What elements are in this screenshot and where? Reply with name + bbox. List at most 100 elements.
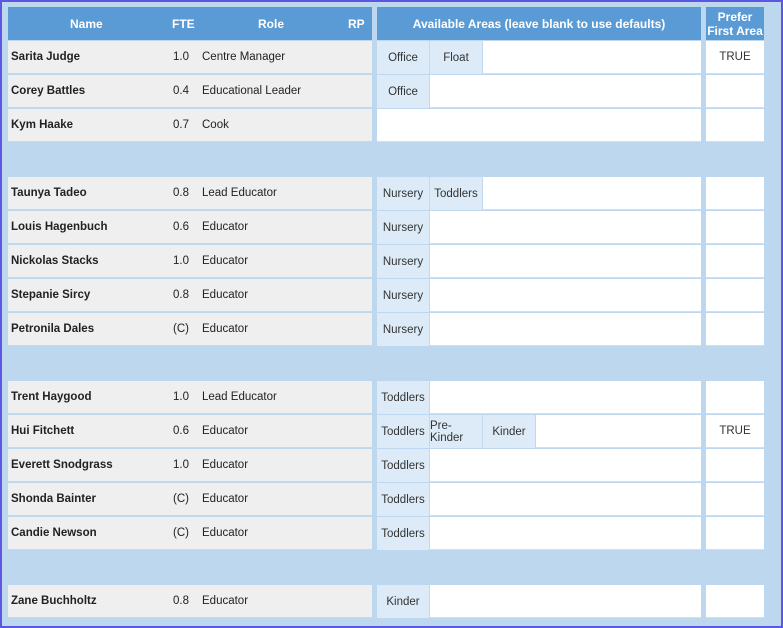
staff-fte: 0.8: [173, 187, 189, 199]
prefer-first-area-cell[interactable]: TRUE: [706, 41, 764, 74]
prefer-first-area-cell[interactable]: [706, 483, 764, 516]
available-areas-cell[interactable]: Office Float: [377, 41, 701, 74]
available-areas-cell[interactable]: Nursery: [377, 245, 701, 278]
area-chip[interactable]: Toddlers: [377, 517, 430, 550]
staff-info-cell[interactable]: Trent Haygood 1.0 Lead Educator: [8, 381, 372, 414]
prefer-first-area-cell[interactable]: [706, 449, 764, 482]
staff-info-cell[interactable]: Petronila Dales (C) Educator: [8, 313, 372, 346]
staff-fte: (C): [173, 323, 189, 335]
prefer-first-area-cell[interactable]: [706, 177, 764, 210]
staff-name: Everett Snodgrass: [11, 459, 113, 471]
staff-role: Educator: [202, 289, 249, 301]
staff-fte: 1.0: [173, 255, 189, 267]
prefer-first-area-cell[interactable]: [706, 245, 764, 278]
area-chip[interactable]: Office: [377, 41, 430, 74]
available-areas-cell[interactable]: Kinder: [377, 585, 701, 618]
prefer-first-area-cell[interactable]: [706, 211, 764, 244]
area-chip[interactable]: Toddlers: [430, 177, 483, 210]
staff-role: Cook: [202, 119, 229, 131]
area-chip[interactable]: Nursery: [377, 313, 430, 346]
staff-info-cell[interactable]: Zane Buchholtz 0.8 Educator: [8, 585, 372, 618]
staff-fte: 1.0: [173, 51, 189, 63]
staff-info-cell[interactable]: Hui Fitchett 0.6 Educator: [8, 415, 372, 448]
staff-fte: 1.0: [173, 459, 189, 471]
available-areas-cell[interactable]: Nursery: [377, 313, 701, 346]
area-chip[interactable]: Kinder: [377, 585, 430, 618]
staff-name: Louis Hagenbuch: [11, 221, 108, 233]
header-left: Name FTE Role RP: [8, 7, 372, 40]
staff-role: Educator: [202, 527, 249, 539]
header-prefer-line2: First Area: [707, 23, 763, 38]
area-chip[interactable]: Toddlers: [377, 483, 430, 516]
staff-role: Educational Leader: [202, 85, 302, 97]
prefer-first-area-cell[interactable]: [706, 75, 764, 108]
header-prefer: Prefer First Area: [706, 7, 764, 40]
available-areas-cell[interactable]: [377, 109, 701, 142]
staff-name: Corey Battles: [11, 85, 86, 97]
staff-name: Kym Haake: [11, 119, 74, 131]
staff-info-cell[interactable]: Taunya Tadeo 0.8 Lead Educator: [8, 177, 372, 210]
staff-name: Zane Buchholtz: [11, 595, 97, 607]
staff-name: Shonda Bainter: [11, 493, 96, 505]
area-chip[interactable]: Nursery: [377, 279, 430, 312]
staff-name: Taunya Tadeo: [11, 187, 87, 199]
area-chip[interactable]: Kinder: [483, 415, 536, 448]
staff-role: Educator: [202, 221, 249, 233]
staff-role: Lead Educator: [202, 391, 277, 403]
header-prefer-line1: Prefer: [717, 9, 753, 24]
area-chip[interactable]: Float: [430, 41, 483, 74]
prefer-first-area-cell[interactable]: [706, 517, 764, 550]
staff-info-cell[interactable]: Kym Haake 0.7 Cook: [8, 109, 372, 142]
available-areas-cell[interactable]: Toddlers Pre-Kinder Kinder: [377, 415, 701, 448]
prefer-first-area-cell[interactable]: [706, 109, 764, 142]
prefer-first-area-cell[interactable]: [706, 279, 764, 312]
staff-info-cell[interactable]: Shonda Bainter (C) Educator: [8, 483, 372, 516]
staff-role: Educator: [202, 459, 249, 471]
area-chip[interactable]: Office: [377, 75, 430, 108]
staff-info-cell[interactable]: Nickolas Stacks 1.0 Educator: [8, 245, 372, 278]
available-areas-cell[interactable]: Office: [377, 75, 701, 108]
staff-info-cell[interactable]: Corey Battles 0.4 Educational Leader: [8, 75, 372, 108]
staff-info-cell[interactable]: Candie Newson (C) Educator: [8, 517, 372, 550]
header-name: Name: [70, 16, 103, 31]
area-chip[interactable]: Toddlers: [377, 449, 430, 482]
area-chip[interactable]: Nursery: [377, 245, 430, 278]
prefer-first-area-cell[interactable]: [706, 313, 764, 346]
staff-role: Educator: [202, 255, 249, 267]
staff-role: Educator: [202, 493, 249, 505]
staff-info-cell[interactable]: Sarita Judge 1.0 Centre Manager: [8, 41, 372, 74]
prefer-first-area-cell[interactable]: [706, 381, 764, 414]
staff-fte: 0.7: [173, 119, 189, 131]
area-chip[interactable]: Nursery: [377, 211, 430, 244]
staff-role: Educator: [202, 595, 249, 607]
staff-fte: 0.8: [173, 289, 189, 301]
staff-name: Candie Newson: [11, 527, 97, 539]
staff-role: Lead Educator: [202, 187, 277, 199]
header-areas: Available Areas (leave blank to use defa…: [377, 7, 701, 40]
available-areas-cell[interactable]: Nursery Toddlers: [377, 177, 701, 210]
staff-info-cell[interactable]: Everett Snodgrass 1.0 Educator: [8, 449, 372, 482]
staff-name: Stepanie Sircy: [11, 289, 91, 301]
staff-info-cell[interactable]: Louis Hagenbuch 0.6 Educator: [8, 211, 372, 244]
staff-fte: 0.8: [173, 595, 189, 607]
staff-role: Centre Manager: [202, 51, 286, 63]
area-chip[interactable]: Nursery: [377, 177, 430, 210]
header-role: Role: [258, 16, 285, 31]
prefer-first-area-cell[interactable]: TRUE: [706, 415, 764, 448]
available-areas-cell[interactable]: Toddlers: [377, 381, 701, 414]
staff-name: Hui Fitchett: [11, 425, 75, 437]
available-areas-cell[interactable]: Toddlers: [377, 483, 701, 516]
area-chip[interactable]: Toddlers: [377, 415, 430, 448]
area-chip[interactable]: Toddlers: [377, 381, 430, 414]
staff-info-cell[interactable]: Stepanie Sircy 0.8 Educator: [8, 279, 372, 312]
available-areas-cell[interactable]: Toddlers: [377, 517, 701, 550]
prefer-first-area-cell[interactable]: [706, 585, 764, 618]
available-areas-cell[interactable]: Nursery: [377, 279, 701, 312]
staff-fte: (C): [173, 493, 189, 505]
header-fte: FTE: [172, 16, 195, 31]
staff-name: Sarita Judge: [11, 51, 81, 63]
available-areas-cell[interactable]: Toddlers: [377, 449, 701, 482]
area-chip[interactable]: Pre-Kinder: [430, 415, 483, 448]
staff-name: Trent Haygood: [11, 391, 92, 403]
available-areas-cell[interactable]: Nursery: [377, 211, 701, 244]
